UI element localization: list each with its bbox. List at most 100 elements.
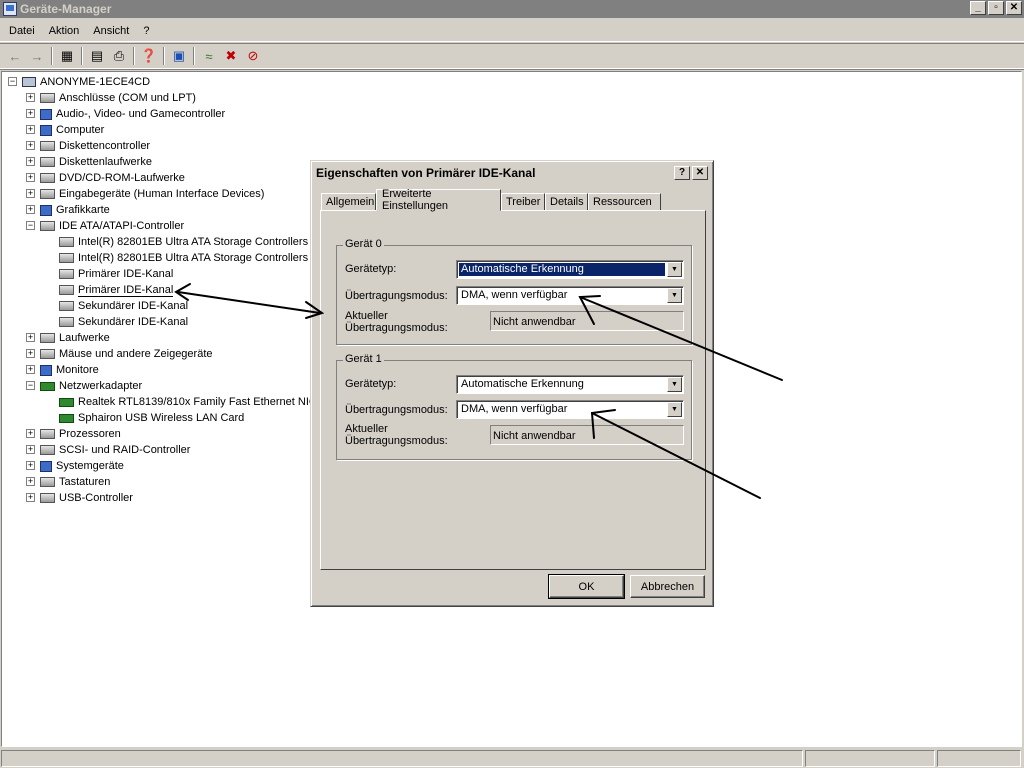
device-icon [40,141,55,151]
device-icon [40,445,55,455]
cancel-button[interactable]: Abbrechen [630,575,705,598]
tree-category-label: DVD/CD-ROM-Laufwerke [59,172,185,184]
window-title: Geräte-Manager [20,2,112,16]
tree-category[interactable]: + SCSI- und RAID-Controller [24,442,190,458]
tree-category[interactable]: − Netzwerkadapter [24,378,142,394]
tree-category[interactable]: + Diskettenlaufwerke [24,154,152,170]
expand-icon[interactable]: + [26,141,35,150]
maximize-button[interactable]: ▫ [988,1,1004,15]
status-pane [937,750,1021,767]
tree-child-item[interactable]: Sekundärer IDE-Kanal [59,298,188,314]
chevron-down-icon[interactable]: ▼ [667,402,682,417]
collapse-icon[interactable]: − [26,381,35,390]
chevron-down-icon[interactable]: ▼ [667,377,682,392]
tree-category[interactable]: + Audio-, Video- und Gamecontroller [24,106,225,122]
expand-icon[interactable]: + [26,157,35,166]
minimize-button[interactable]: _ [970,1,986,15]
tab-ressourcen[interactable]: Ressourcen [588,193,661,211]
dialog-close-button[interactable]: ✕ [692,166,708,180]
close-button[interactable]: ✕ [1006,1,1022,15]
tree-child-label: Intel(R) 82801EB Ultra ATA Storage Contr… [78,252,309,264]
expand-icon[interactable]: + [26,125,35,134]
back-icon[interactable]: ← [4,46,26,66]
menu-ansicht[interactable]: Ansicht [86,25,136,37]
menu-help[interactable]: ? [136,25,156,37]
scan-hardware-icon[interactable]: ▣ [168,46,190,66]
menu-aktion[interactable]: Aktion [42,25,87,37]
tree-category[interactable]: + Computer [24,122,104,138]
device-icon [59,237,74,247]
combo-value: DMA, wenn verfügbar [461,403,568,415]
expand-icon[interactable]: + [26,429,35,438]
expand-icon[interactable]: + [26,93,35,102]
expand-icon[interactable]: + [26,445,35,454]
tree-category[interactable]: + Anschlüsse (COM und LPT) [24,90,196,106]
tab-treiber[interactable]: Treiber [501,193,545,211]
dialog-help-button[interactable]: ? [674,166,690,180]
tree-category[interactable]: + USB-Controller [24,490,133,506]
tree-category-label: USB-Controller [59,492,133,504]
device1-mode-combo[interactable]: DMA, wenn verfügbar ▼ [456,400,684,419]
tree-child-label: Primärer IDE-Kanal [78,268,174,280]
device0-type-combo[interactable]: Automatische Erkennung ▼ [456,260,684,279]
properties-icon[interactable]: ▤ [86,46,108,66]
tree-child-item[interactable]: Intel(R) 82801EB Ultra ATA Storage Contr… [59,250,308,266]
tree-child-item[interactable]: Primärer IDE-Kanal [59,282,174,298]
expand-icon[interactable]: + [26,461,35,470]
toolbar-separator [51,47,53,65]
tree-category[interactable]: + DVD/CD-ROM-Laufwerke [24,170,185,186]
tree-category[interactable]: + Tastaturen [24,474,110,490]
tree-child-item[interactable]: Primärer IDE-Kanal [59,266,173,282]
device-icon [40,349,55,359]
print-icon[interactable]: ⎙ [108,46,130,66]
tree-child-item[interactable]: Realtek RTL8139/810x Family Fast Etherne… [59,394,317,410]
chevron-down-icon[interactable]: ▼ [667,262,682,277]
device-icon [40,93,55,103]
collapse-icon[interactable]: − [8,77,17,86]
device1-type-combo[interactable]: Automatische Erkennung ▼ [456,375,684,394]
tree-category[interactable]: + Prozessoren [24,426,121,442]
help-icon[interactable]: ❓ [138,46,160,66]
tree-child-item[interactable]: Sphairon USB Wireless LAN Card [59,410,244,426]
tree-category-label: Computer [56,124,105,136]
tab-allgemein[interactable]: Allgemein [321,193,376,211]
tree-category[interactable]: + Grafikkarte [24,202,110,218]
tree-category[interactable]: + Laufwerke [24,330,110,346]
tree-category-label: Eingabegeräte (Human Interface Devices) [59,188,265,200]
expand-icon[interactable]: + [26,173,35,182]
computer-icon [22,77,36,87]
device0-mode-combo[interactable]: DMA, wenn verfügbar ▼ [456,286,684,305]
tree-category[interactable]: + Monitore [24,362,99,378]
tree-child-item[interactable]: Sekundärer IDE-Kanal [59,314,188,330]
disable-device-icon[interactable]: ⊘ [242,46,264,66]
ok-button[interactable]: OK [548,574,625,599]
tree-category[interactable]: − IDE ATA/ATAPI-Controller [24,218,184,234]
expand-icon[interactable]: + [26,109,35,118]
tree-category-label: Grafikkarte [56,204,110,216]
tree-category[interactable]: + Systemgeräte [24,458,124,474]
expand-icon[interactable]: + [26,205,35,214]
device-manager-icon [3,2,17,16]
device-icon [40,364,52,376]
expand-icon[interactable]: + [26,493,35,502]
menu-datei[interactable]: Datei [2,25,42,37]
chevron-down-icon[interactable]: ▼ [667,288,682,303]
tab-erweiterte-einstellungen[interactable]: Erweiterte Einstellungen [376,188,501,212]
tree-category[interactable]: + Mäuse und andere Zeigegeräte [24,346,213,362]
tree-root[interactable]: − ANONYME-1ECE4CD [6,74,150,90]
tree-category[interactable]: + Eingabegeräte (Human Interface Devices) [24,186,264,202]
forward-icon[interactable]: → [26,46,48,66]
tree-child-item[interactable]: Intel(R) 82801EB Ultra ATA Storage Contr… [59,234,308,250]
tree-category[interactable]: + Diskettencontroller [24,138,150,154]
expand-icon[interactable]: + [26,477,35,486]
tab-details[interactable]: Details [545,193,588,211]
title-bar: Geräte-Manager _ ▫ ✕ [0,0,1024,18]
expand-icon[interactable]: + [26,189,35,198]
console-tree-icon[interactable]: ▦ [56,46,78,66]
collapse-icon[interactable]: − [26,221,35,230]
expand-icon[interactable]: + [26,333,35,342]
uninstall-icon[interactable]: ✖ [220,46,242,66]
expand-icon[interactable]: + [26,349,35,358]
expand-icon[interactable]: + [26,365,35,374]
update-driver-icon[interactable]: ≈ [198,46,220,66]
